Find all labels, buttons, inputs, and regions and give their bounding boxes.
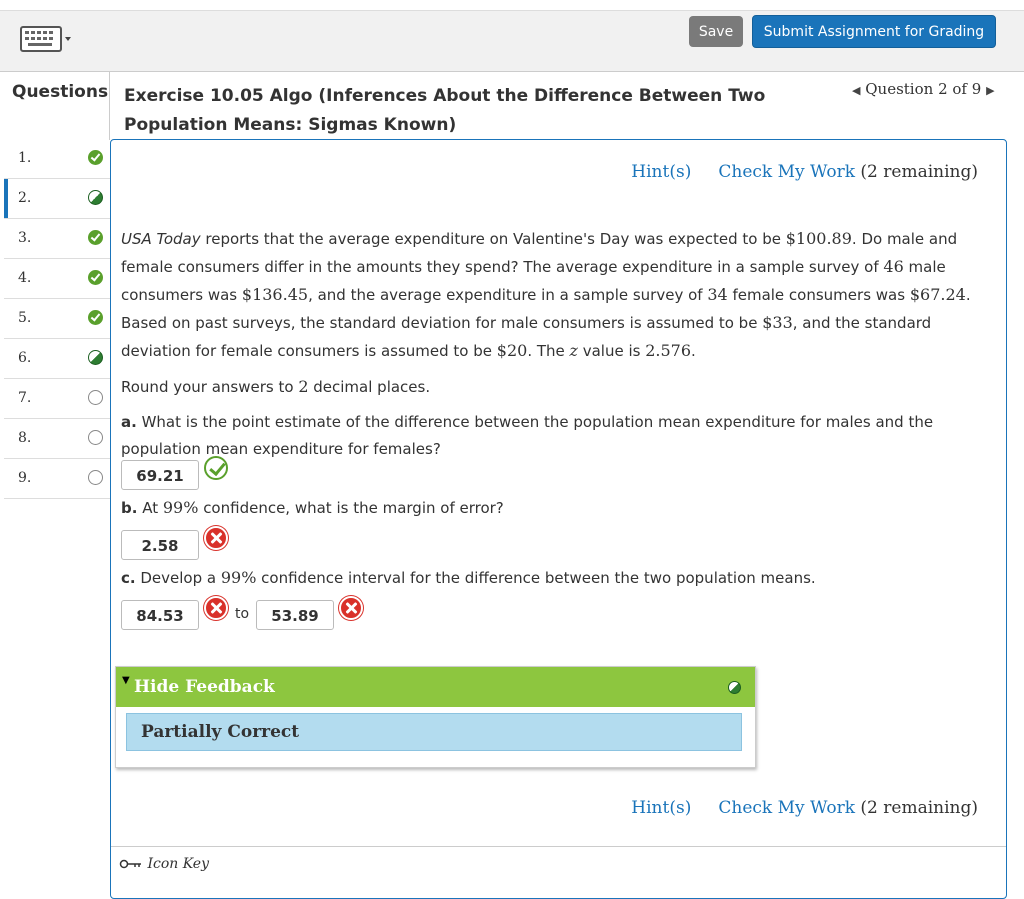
- partial-status-icon: [728, 681, 741, 694]
- correct-check-icon: [204, 456, 228, 480]
- question-number: 3.: [18, 230, 32, 246]
- question-position: Question 2 of 9: [865, 80, 982, 98]
- question-number: 5.: [18, 310, 32, 326]
- check-my-work-link[interactable]: Check My Work: [718, 162, 855, 182]
- exercise-title: Exercise 10.05 Algo (Inferences About th…: [124, 86, 766, 135]
- problem-panel: Hint(s) Check My Work (2 remaining) USA …: [110, 139, 1007, 899]
- questions-heading: Questions: [12, 82, 109, 102]
- feedback-status-text: Partially Correct: [141, 722, 300, 742]
- problem-statement: USA Today reports that the average expen…: [121, 225, 991, 463]
- question-navigator: ◀ Question 2 of 9 ▶: [852, 80, 995, 98]
- divider: [111, 846, 1006, 847]
- partial-status-icon: [88, 350, 103, 365]
- part-c-question: c. Develop a 99% confidence interval for…: [121, 568, 816, 587]
- hints-link[interactable]: Hint(s): [631, 798, 691, 818]
- hints-link[interactable]: Hint(s): [631, 162, 691, 182]
- key-icon: [119, 859, 141, 869]
- toolbar: Save Submit Assignment for Grading: [0, 10, 1024, 72]
- keyboard-icon[interactable]: [20, 23, 74, 55]
- question-number: 9.: [18, 470, 32, 486]
- unanswered-status-icon: [88, 470, 103, 485]
- correct-status-icon: [88, 150, 103, 165]
- save-button[interactable]: Save: [689, 16, 743, 47]
- partial-status-icon: [88, 190, 103, 205]
- next-question-icon[interactable]: ▶: [986, 84, 994, 97]
- question-number: 8.: [18, 430, 32, 446]
- remaining-count: (2 remaining): [860, 798, 978, 818]
- unanswered-status-icon: [88, 430, 103, 445]
- correct-status-icon: [88, 310, 103, 325]
- to-label: to: [235, 606, 250, 622]
- incorrect-x-icon: [339, 596, 363, 620]
- answer-c-upper-input[interactable]: 53.89: [256, 600, 334, 630]
- check-my-work-link[interactable]: Check My Work: [718, 798, 855, 818]
- question-list-item[interactable]: 5.: [4, 299, 110, 339]
- remaining-count: (2 remaining): [860, 162, 978, 182]
- answer-a-input[interactable]: 69.21: [121, 460, 199, 490]
- caret-down-icon: ▼: [122, 675, 130, 686]
- answer-b-input[interactable]: 2.58: [121, 530, 199, 560]
- question-list: 1. 2. 3. 4. 5. 6. 7. 8. 9.: [4, 139, 110, 499]
- column-divider: [109, 72, 110, 140]
- prev-question-icon[interactable]: ◀: [852, 84, 860, 97]
- hide-feedback-toggle[interactable]: ▼ Hide Feedback: [116, 667, 755, 707]
- question-number: 4.: [18, 270, 32, 286]
- correct-status-icon: [88, 270, 103, 285]
- unanswered-status-icon: [88, 390, 103, 405]
- correct-status-icon: [88, 230, 103, 245]
- part-b-question: b. At 99% confidence, what is the margin…: [121, 498, 504, 517]
- question-list-item[interactable]: 2.: [4, 179, 110, 219]
- question-list-item[interactable]: 6.: [4, 339, 110, 379]
- question-list-item[interactable]: 4.: [4, 259, 110, 299]
- submit-assignment-button[interactable]: Submit Assignment for Grading: [752, 15, 996, 48]
- question-list-item[interactable]: 7.: [4, 379, 110, 419]
- feedback-result: Partially Correct: [126, 713, 742, 751]
- question-number: 1.: [18, 150, 32, 166]
- hint-row-bottom: Hint(s) Check My Work (2 remaining): [631, 798, 978, 818]
- incorrect-x-icon: [204, 596, 228, 620]
- feedback-panel: ▼ Hide Feedback Partially Correct: [115, 666, 756, 768]
- part-a-question: a. What is the point estimate of the dif…: [121, 413, 934, 458]
- question-number: 7.: [18, 390, 32, 406]
- rounding-instruction: Round your answers to 2 decimal places.: [121, 377, 431, 396]
- problem-paragraph: USA Today reports that the average expen…: [121, 229, 971, 360]
- question-list-item[interactable]: 9.: [4, 459, 110, 499]
- incorrect-x-icon: [204, 526, 228, 550]
- icon-key-link[interactable]: Icon Key: [119, 856, 209, 872]
- answer-c-lower-input[interactable]: 84.53: [121, 600, 199, 630]
- question-number: 6.: [18, 350, 32, 366]
- hide-feedback-label: Hide Feedback: [134, 677, 275, 697]
- question-list-item[interactable]: 1.: [4, 139, 110, 179]
- question-number: 2.: [18, 190, 32, 206]
- question-list-item[interactable]: 8.: [4, 419, 110, 459]
- question-list-item[interactable]: 3.: [4, 219, 110, 259]
- hint-row-top: Hint(s) Check My Work (2 remaining): [631, 162, 978, 182]
